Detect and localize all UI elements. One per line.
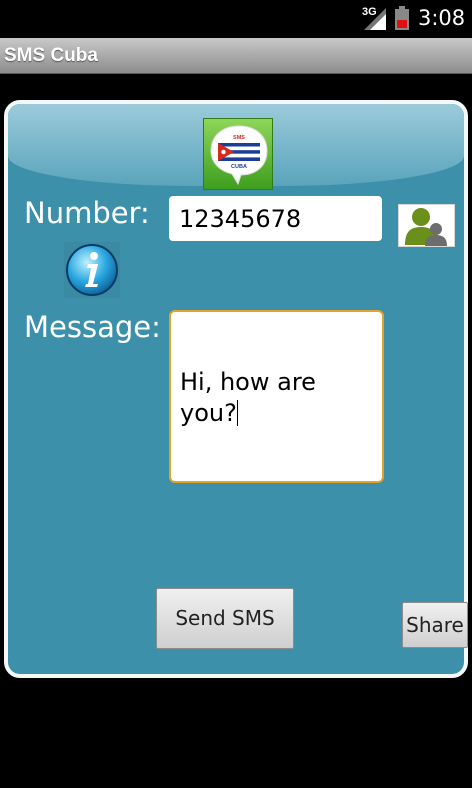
contact-person-icon <box>405 208 447 246</box>
battery-icon <box>395 6 409 30</box>
number-label: Number: <box>24 196 150 230</box>
text-caret <box>236 400 238 426</box>
cuba-flag-bubble-icon: SMS CUBA <box>210 125 268 185</box>
logo-cuba-text: CUBA <box>231 164 247 170</box>
message-label: Message: <box>24 310 161 344</box>
message-text: Hi, how are you? <box>180 368 316 427</box>
sms-form-panel: SMS CUBA Number: 12345678 Message: Hi, h… <box>4 100 468 678</box>
app-title-bar: SMS Cuba <box>0 38 472 74</box>
message-textarea[interactable]: Hi, how are you? <box>169 310 384 483</box>
share-button[interactable]: Share <box>402 602 468 648</box>
send-sms-button[interactable]: Send SMS <box>156 588 294 649</box>
pick-contact-button[interactable] <box>398 204 455 247</box>
signal-icon <box>364 8 386 30</box>
info-button[interactable] <box>64 242 120 298</box>
app-logo: SMS CUBA <box>203 118 273 190</box>
logo-sms-text: SMS <box>233 135 245 141</box>
status-bar: 3G 3:08 <box>0 0 472 38</box>
phone-number-input[interactable]: 12345678 <box>169 196 382 241</box>
info-icon <box>66 244 118 296</box>
app-title: SMS Cuba <box>4 45 98 66</box>
status-clock: 3:08 <box>418 6 466 30</box>
